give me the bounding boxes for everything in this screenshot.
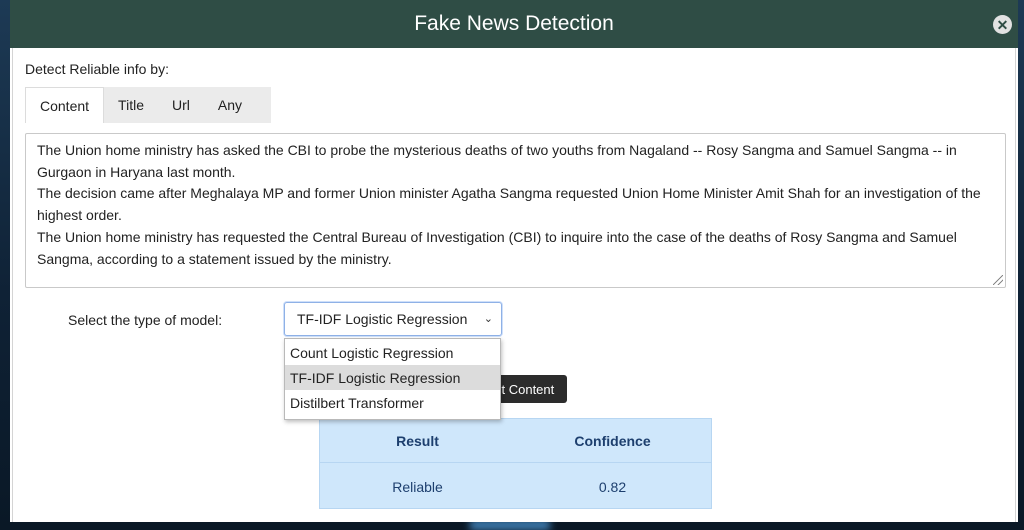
content-textarea[interactable]: The Union home ministry has asked the CB… xyxy=(25,133,1006,288)
fake-news-modal: Fake News Detection ✕ Detect Reliable in… xyxy=(10,0,1018,522)
model-select[interactable]: TF-IDF Logistic Regression ⌄ xyxy=(284,302,502,336)
header-confidence: Confidence xyxy=(515,419,710,462)
content-paragraph-2: The decision came after Meghalaya MP and… xyxy=(37,183,994,226)
tab-title[interactable]: Title xyxy=(104,87,158,123)
tab-content[interactable]: Content xyxy=(25,87,104,123)
detect-label: Detect Reliable info by: xyxy=(25,61,169,77)
result-value: Reliable xyxy=(320,464,515,509)
tab-url[interactable]: Url xyxy=(158,87,204,123)
modal-title: Fake News Detection xyxy=(414,12,614,36)
confidence-value: 0.82 xyxy=(515,464,710,509)
modal-titlebar: Fake News Detection ✕ xyxy=(10,0,1018,48)
content-paragraph-1: The Union home ministry has asked the CB… xyxy=(37,140,994,183)
model-select-label: Select the type of model: xyxy=(68,312,222,328)
resize-grip-icon[interactable] xyxy=(993,275,1003,285)
model-option-tfidf-lr[interactable]: TF-IDF Logistic Regression xyxy=(285,365,500,390)
close-icon[interactable]: ✕ xyxy=(993,15,1012,34)
result-table-header: Result Confidence xyxy=(320,419,711,463)
table-row: Reliable 0.82 xyxy=(320,464,711,509)
model-dropdown: Count Logistic Regression TF-IDF Logisti… xyxy=(284,338,501,420)
header-result: Result xyxy=(320,419,515,462)
model-option-count-lr[interactable]: Count Logistic Regression xyxy=(285,340,500,365)
modal-body: Detect Reliable info by: Content Title U… xyxy=(12,48,1016,522)
detect-tabs: Content Title Url Any xyxy=(25,87,271,123)
content-paragraph-3: The Union home ministry has requested th… xyxy=(37,227,994,270)
detect-content-button-label: ct Content xyxy=(495,382,554,397)
result-table: Result Confidence Reliable 0.82 xyxy=(319,418,712,509)
model-select-value: TF-IDF Logistic Regression xyxy=(297,311,467,327)
tab-any[interactable]: Any xyxy=(204,87,256,123)
chevron-down-icon: ⌄ xyxy=(484,312,493,325)
model-option-distilbert[interactable]: Distilbert Transformer xyxy=(285,390,500,415)
